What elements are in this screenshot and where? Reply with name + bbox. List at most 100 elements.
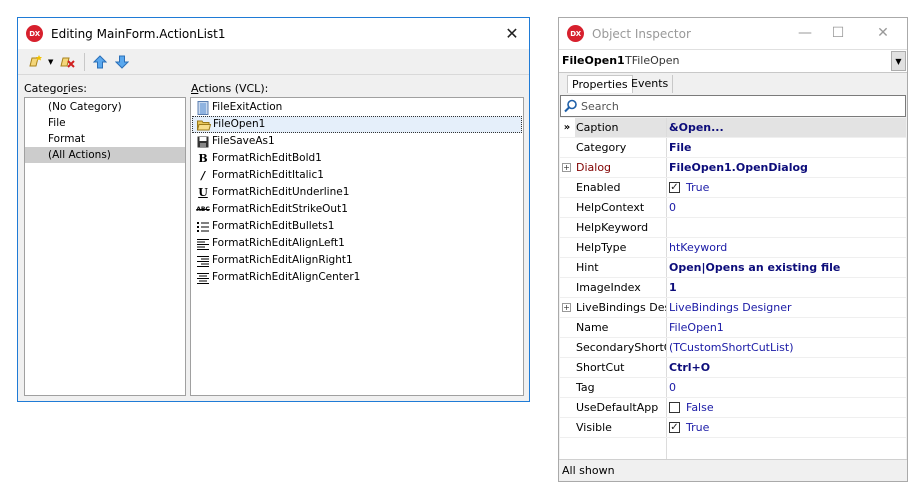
inspector-titlebar[interactable]: DX Object Inspector — ☐ ✕ [559,18,907,49]
expand-plus-icon[interactable]: + [562,303,571,312]
editor-toolbar: ▼ [18,49,529,75]
delete-action-icon[interactable] [57,52,77,72]
property-value[interactable]: 0 [666,378,906,397]
action-label: FormatRichEditBullets1 [212,220,335,232]
property-row-dialog[interactable]: + Dialog FileOpen1.OpenDialog [560,158,906,178]
action-label: FileExitAction [212,101,283,113]
property-value[interactable]: LiveBindings Designer [666,298,906,317]
property-row-helptype[interactable]: HelpType htKeyword [560,238,906,258]
property-row-visible[interactable]: Visible ✓ True [560,418,906,438]
maximize-icon[interactable]: ☐ [824,22,852,44]
editor-titlebar[interactable]: DX Editing MainForm.ActionList1 ✕ [18,18,529,49]
property-value[interactable]: ✓ True [666,418,906,437]
property-name: HelpType [576,241,627,254]
property-row-usedefaultapp[interactable]: UseDefaultApp False [560,398,906,418]
list-item[interactable]: U FormatRichEditUnderline1 [191,184,523,201]
expand-plus-icon[interactable]: + [562,163,571,172]
chevron-down-icon[interactable]: ▼ [48,58,53,66]
tab-properties[interactable]: Properties [567,75,633,93]
property-value[interactable]: FileOpen1.OpenDialog [666,158,906,177]
property-row-shortcut[interactable]: ShortCut Ctrl+O [560,358,906,378]
property-name: LiveBindings Designer [576,301,666,314]
property-row-name[interactable]: Name FileOpen1 [560,318,906,338]
checkbox-checked[interactable]: ✓ [669,182,680,193]
italic-icon: / [200,169,206,182]
list-item[interactable]: FileSaveAs1 [191,133,523,150]
move-down-icon[interactable] [112,52,132,72]
property-value[interactable]: 0 [666,198,906,217]
property-name: Tag [576,381,595,394]
list-item[interactable]: (No Category) [25,99,185,115]
component-name: FileOpen1 [562,54,625,67]
property-name: UseDefaultApp [576,401,659,414]
list-item[interactable]: / FormatRichEditItalic1 [191,167,523,184]
close-icon[interactable]: ✕ [501,22,523,44]
property-value-text: True [686,421,710,434]
list-item[interactable]: B FormatRichEditBold1 [191,150,523,167]
inspector-tabs: Properties Events [559,73,907,93]
align-right-icon [196,254,210,268]
new-action-icon[interactable] [26,52,46,72]
property-value[interactable]: ✓ True [666,178,906,197]
list-item-selected[interactable]: (All Actions) [25,147,185,163]
list-item[interactable]: Format [25,131,185,147]
action-label: FormatRichEditBold1 [212,152,322,164]
property-row-livebindings[interactable]: + LiveBindings Designer LiveBindings Des… [560,298,906,318]
property-value[interactable]: (TCustomShortCutList) [666,338,906,357]
list-item[interactable]: File [25,115,185,131]
categories-list[interactable]: (No Category) File Format (All Actions) [24,97,186,396]
search-placeholder: Search [581,99,619,113]
door-exit-icon [196,100,210,115]
list-item[interactable]: FormatRichEditAlignCenter1 [191,269,523,286]
property-value-text: True [686,181,710,194]
property-name: Hint [576,261,599,274]
list-item-selected[interactable]: FileOpen1 [192,116,522,133]
strikeout-icon: ABC [196,206,210,213]
property-row-tag[interactable]: Tag 0 [560,378,906,398]
property-value[interactable]: &Open... [666,118,906,137]
property-name: HelpContext [576,201,645,214]
property-value[interactable]: Ctrl+O [666,358,906,377]
bold-icon: B [198,152,208,165]
minimize-icon[interactable]: — [791,22,819,44]
property-row-helpcontext[interactable]: HelpContext 0 [560,198,906,218]
property-name: ShortCut [576,361,625,374]
property-name: Caption [575,118,666,137]
property-value[interactable]: 1 [666,278,906,297]
checkbox-unchecked[interactable] [669,402,680,413]
property-row-category[interactable]: Category File [560,138,906,158]
property-row-enabled[interactable]: Enabled ✓ True [560,178,906,198]
property-value[interactable]: Open|Opens an existing file [666,258,906,277]
status-text: All shown [562,464,615,477]
property-value[interactable] [666,218,906,237]
component-selector[interactable]: FileOpen1 TFileOpen ▼ [559,49,907,73]
property-row-helpkeyword[interactable]: HelpKeyword [560,218,906,238]
action-list-editor-window: DX Editing MainForm.ActionList1 ✕ ▼ Cate… [17,17,530,402]
list-item[interactable]: FormatRichEditAlignLeft1 [191,235,523,252]
floppy-disk-icon [196,135,210,149]
column-divider [666,438,667,460]
property-row-secondaryshortcuts[interactable]: SecondaryShortCuts (TCustomShortCutList) [560,338,906,358]
property-row-caption[interactable]: » Caption &Open... [560,118,906,138]
move-up-icon[interactable] [90,52,110,72]
property-value[interactable]: FileOpen1 [666,318,906,337]
list-item[interactable]: ABC FormatRichEditStrikeOut1 [191,201,523,218]
property-name: Category [576,141,627,154]
list-item[interactable]: FormatRichEditBullets1 [191,218,523,235]
property-value[interactable]: File [666,138,906,157]
property-value[interactable]: False [666,398,906,417]
search-input[interactable]: Search [560,95,906,117]
property-row-hint[interactable]: Hint Open|Opens an existing file [560,258,906,278]
property-value[interactable]: htKeyword [666,238,906,257]
align-left-icon [196,237,210,251]
tab-events[interactable]: Events [627,75,674,93]
list-item[interactable]: FormatRichEditAlignRight1 [191,252,523,269]
chevron-down-icon[interactable]: ▼ [891,51,906,71]
checkbox-checked[interactable]: ✓ [669,422,680,433]
list-item[interactable]: FileExitAction [191,99,523,116]
property-row-imageindex[interactable]: ImageIndex 1 [560,278,906,298]
close-icon[interactable]: ✕ [869,22,897,44]
property-name: ImageIndex [576,281,641,294]
current-row-marker-icon: » [563,122,571,133]
actions-list[interactable]: FileExitAction FileOpen1 FileSaveAs1 B F… [190,97,524,396]
